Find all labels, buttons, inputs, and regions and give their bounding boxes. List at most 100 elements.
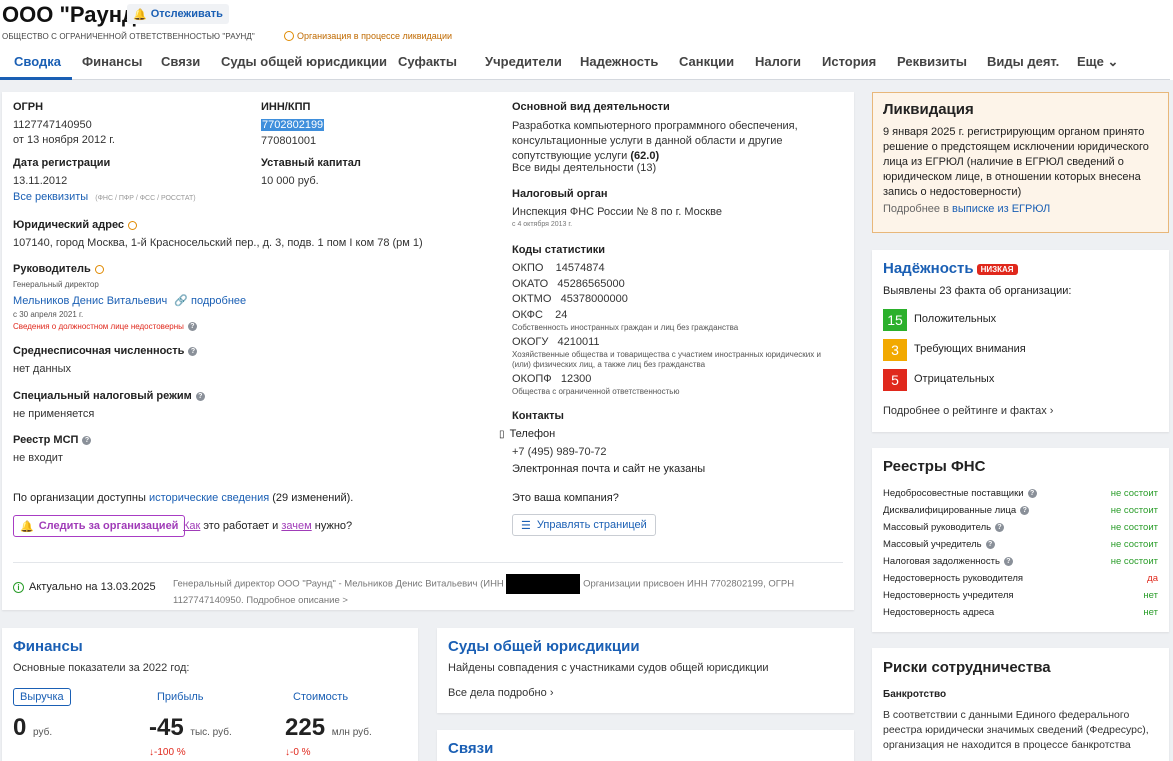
links-title[interactable]: Связи [448,740,493,757]
finances-subtitle: Основные показатели за 2022 год: [13,662,190,674]
okfs-value: ОКФС 24 [512,309,568,321]
revenue-tab[interactable]: Выручка [13,688,71,706]
msp-label: Реестр МСП [13,434,79,446]
tab-more[interactable]: Еще ⌄ [1077,54,1118,70]
head-more-link[interactable]: 🔗 подробнее [174,295,246,307]
activity-label: Основной вид деятельности [512,101,670,113]
head-label: Руководитель [13,263,91,275]
head-name-link[interactable]: Мельников Денис Витальевич [13,295,167,307]
summary-card: ОГРН 1127747140950 от 13 ноября 2012 г. … [2,92,854,610]
active-tab-indicator [0,77,72,80]
positive-count[interactable]: 15 [883,309,907,331]
link-icon: 🔗 [174,295,188,307]
help-icon[interactable]: ? [82,435,92,445]
profit-unit: тыс. руб. [190,727,232,738]
phone-label: Телефон [509,428,556,440]
history-text-post: (29 изменений). [272,492,354,504]
tab-activities[interactable]: Виды деят. [987,54,1059,69]
profit-change: ↓-100 % [149,747,186,758]
registry-label: Дисквалифицированные лица [883,505,1017,516]
revenue-number: 0 [13,714,27,741]
help-icon[interactable]: ? [1020,505,1030,515]
reliability-more-link[interactable]: Подробнее о рейтинге и фактах › [883,405,1053,417]
footer-text-3[interactable]: 1127747140950. Подробное описание > [173,595,348,606]
okopf-value: ОКОПФ 12300 [512,373,592,385]
tax-authority-date: с 4 октября 2013 г. [512,221,573,228]
attention-label[interactable]: Требующих внимания [914,343,1026,355]
value-unit: млн руб. [331,727,372,738]
revenue-value: 0 руб. [13,714,52,742]
bankruptcy-label: Банкротство [883,689,947,700]
reliability-badge: НИЗКАЯ [976,263,1018,275]
egrul-link[interactable]: выписке из ЕГРЮЛ [952,203,1050,215]
help-icon[interactable]: ? [187,322,197,332]
profit-tab[interactable]: Прибыль [157,691,204,703]
tab-reliability[interactable]: Надежность [580,54,658,69]
attention-count[interactable]: 3 [883,339,907,361]
capital-label: Уставный капитал [261,157,361,169]
help-icon[interactable]: ? [188,346,198,356]
registry-row: Дисквалифицированные лица? не состоит [883,505,1158,516]
help-icon[interactable]: ? [1003,556,1013,566]
finances-title[interactable]: Финансы [13,638,83,655]
inn-value[interactable]: 7702802199 [261,119,325,131]
tab-history[interactable]: История [822,54,876,69]
manage-page-button[interactable]: ☰ Управлять страницей [512,514,656,536]
help-icon[interactable]: ? [985,539,995,549]
reliability-title-row[interactable]: Надёжность НИЗКАЯ [883,260,1018,277]
how-text: это работает и [203,520,279,532]
tab-requisites[interactable]: Реквизиты [897,54,967,69]
all-requisites-link[interactable]: Все реквизиты [13,191,88,203]
activity-text: Разработка компьютерного программного об… [512,119,812,164]
tab-taxes[interactable]: Налоги [755,54,801,69]
phone-link[interactable]: +7 (495) 989-70-72 [512,446,606,458]
follow-button[interactable]: 🔔 Отслеживать [127,4,229,24]
registry-value: не состоит [1110,556,1158,567]
reliability-title: Надёжность [883,260,974,277]
warning-icon[interactable] [128,220,138,230]
tab-sanctions[interactable]: Санкции [679,54,734,69]
tab-founders[interactable]: Учредители [485,54,562,69]
why-link[interactable]: зачем [281,520,311,532]
help-icon[interactable]: ? [1027,488,1037,498]
positive-label[interactable]: Положительных [914,313,996,325]
registry-value: нет [1143,607,1158,618]
history-link[interactable]: исторические сведения [149,492,269,504]
negative-count[interactable]: 5 [883,369,907,391]
okpo-value: ОКПО 14574874 [512,262,605,274]
all-activities-link[interactable]: Все виды деятельности (13) [512,162,656,174]
kpp-value: 770801001 [261,135,317,147]
liquidation-more-pre: Подробнее в [883,203,949,215]
risks-card: Риски сотрудничества Банкротство В соотв… [872,648,1169,761]
bell-icon: 🔔 [133,8,147,21]
liquidation-title: Ликвидация [883,101,974,118]
registry-label: Недобросовестные поставщики [883,488,1024,499]
footer-description: Генеральный директор ООО "Раунд" - Мельн… [173,574,823,608]
page-title: ООО "Раунд" [2,2,147,27]
settings-icon: ☰ [521,519,531,532]
okfs-desc: Собственность иностранных граждан и лиц … [512,323,739,332]
tab-finances[interactable]: Финансы [82,54,142,69]
tab-courts[interactable]: Суды общей юрисдикции [221,54,387,69]
warning-icon[interactable] [94,264,104,274]
courts-title[interactable]: Суды общей юрисдикции [448,638,640,655]
tab-sufacts[interactable]: Суфакты [398,54,457,69]
head-role: Генеральный директор [13,280,99,289]
how-link[interactable]: Как [183,520,200,532]
negative-label[interactable]: Отрицательных [914,373,994,385]
tax-regime-label: Специальный налоговый режим [13,390,192,402]
help-icon[interactable]: ? [195,391,205,401]
registry-label: Массовый руководитель [883,522,992,533]
history-text-pre: По организации доступны [13,492,146,504]
value-value: 225 млн руб. [285,714,372,742]
registry-label: Недостоверность адреса [883,607,995,618]
footer-text-2: Организации присвоен ИНН 7702802199, ОГР… [583,578,795,590]
profit-number: -45 [149,714,184,741]
follow-org-button[interactable]: 🔔 Следить за организацией [13,515,186,537]
value-tab[interactable]: Стоимость [293,691,348,703]
courts-link[interactable]: Все дела подробно › [448,687,554,699]
help-icon[interactable]: ? [995,522,1005,532]
registry-row: Недостоверность учредителя нет [883,590,1158,601]
tab-summary[interactable]: Сводка [14,54,61,69]
tab-links[interactable]: Связи [161,54,200,69]
